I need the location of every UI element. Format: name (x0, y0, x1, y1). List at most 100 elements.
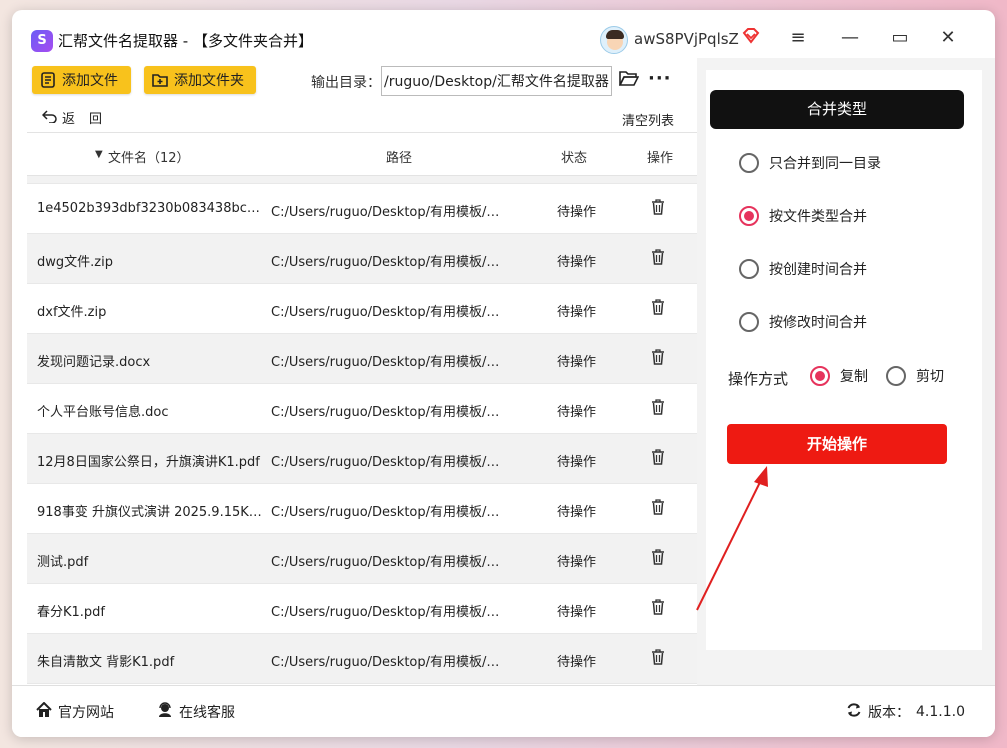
vip-diamond-icon[interactable] (741, 28, 761, 48)
col-path-header: 路径 (386, 151, 413, 166)
add-file-label: 添加文件 (62, 73, 118, 89)
col-name-header[interactable]: 文件名（12） (108, 147, 190, 166)
user-name[interactable]: awS8PVjPqlsZ (634, 30, 739, 48)
file-list-icon (40, 72, 56, 88)
trash-icon[interactable] (651, 299, 667, 317)
op-copy-radio[interactable]: 复制 (810, 366, 868, 386)
start-operation-button[interactable]: 开始操作 (727, 424, 947, 464)
file-status-cell: 待操作 (557, 555, 597, 570)
support-link[interactable]: 在线客服 (157, 702, 235, 722)
radio-unselected-icon (886, 366, 906, 386)
add-folder-label: 添加文件夹 (174, 73, 244, 89)
file-name-cell: 朱自清散文 背影K1.pdf (37, 655, 175, 670)
file-name-cell: dxf文件.zip (37, 305, 107, 320)
back-button[interactable]: 返回 (41, 108, 117, 127)
op-cut-radio[interactable]: 剪切 (886, 366, 944, 386)
trash-icon[interactable] (651, 499, 667, 517)
app-logo-icon: S (31, 30, 53, 52)
col-status-header: 状态 (561, 151, 588, 166)
trash-icon[interactable] (651, 199, 667, 217)
table-row[interactable]: 918事变 升旗仪式演讲 2025.9.15K1.pdf C:/Users/rug… (27, 484, 697, 534)
trash-icon[interactable] (651, 249, 667, 267)
table-row[interactable]: 个人平台账号信息.doc C:/Users/ruguo/Desktop/有用模板/… (27, 384, 697, 434)
file-table: 1e4502b393dbf3230b083438bcd3ac… C:/Users/… (27, 176, 697, 685)
back-label: 返回 (62, 112, 117, 127)
table-row[interactable]: 1e4502b393dbf3230b083438bcd3ac… C:/Users/… (27, 184, 697, 234)
table-row[interactable]: 朱自清散文 背影K1.pdf C:/Users/ruguo/Desktop/有用模… (27, 634, 697, 684)
file-status-cell: 待操作 (557, 305, 597, 320)
file-name-cell: 12月8日国家公祭日，升旗演讲K1.pdf (37, 455, 260, 470)
merge-option-label: 只合并到同一目录 (769, 156, 881, 172)
table-row[interactable]: 发现问题记录.docx C:/Users/ruguo/Desktop/有用模板/发… (27, 334, 697, 384)
merge-option-radio[interactable]: 按创建时间合并 (739, 259, 867, 279)
user-avatar[interactable] (600, 26, 628, 54)
folder-open-icon[interactable] (618, 70, 640, 90)
add-folder-button[interactable]: 添加文件夹 (144, 66, 256, 94)
file-status-cell: 待操作 (557, 655, 597, 670)
file-path-cell: C:/Users/ruguo/Desktop/有用模板/dxf… (271, 305, 507, 320)
website-label: 官方网站 (58, 705, 114, 721)
radio-selected-icon (810, 366, 830, 386)
file-path-cell: C:/Users/ruguo/Desktop/有用模板/发… (271, 355, 507, 370)
sort-down-icon[interactable]: ▼ (95, 149, 103, 160)
merge-type-title: 合并类型 (710, 90, 964, 129)
op-mode-label: 操作方式 (728, 370, 789, 388)
merge-option-radio[interactable]: 只合并到同一目录 (739, 153, 881, 173)
file-name-cell: 发现问题记录.docx (37, 355, 151, 370)
trash-icon[interactable] (651, 649, 667, 667)
file-path-cell: C:/Users/ruguo/Desktop/有用模板/PDF… (271, 655, 507, 670)
file-name-cell: 1e4502b393dbf3230b083438bcd3ac… (37, 201, 265, 216)
file-status-cell: 待操作 (557, 405, 597, 420)
output-dir-field[interactable] (381, 66, 612, 96)
table-row[interactable]: 12月8日国家公祭日，升旗演讲K1.pdf C:/Users/ruguo/Desk… (27, 434, 697, 484)
merge-option-label: 按文件类型合并 (769, 209, 867, 225)
op-copy-label: 复制 (840, 369, 868, 385)
merge-option-radio[interactable]: 按修改时间合并 (739, 312, 867, 332)
trash-icon[interactable] (651, 449, 667, 467)
file-path-cell: C:/Users/ruguo/Desktop/有用模板/PDF… (271, 505, 507, 520)
table-row[interactable]: dwg文件.zip C:/Users/ruguo/Desktop/有用模板/dw…… (27, 234, 697, 284)
menu-icon[interactable]: ≡ (784, 24, 812, 52)
file-status-cell: 待操作 (557, 255, 597, 270)
trash-icon[interactable] (651, 349, 667, 367)
minimize-icon[interactable]: — (836, 24, 864, 52)
radio-unselected-icon (739, 312, 759, 332)
footer-bar: 官方网站 在线客服 版本： 4.1.1.0 (12, 685, 995, 737)
maximize-icon[interactable]: ▭ (886, 24, 914, 52)
file-status-cell: 待操作 (557, 355, 597, 370)
merge-option-label: 按修改时间合并 (769, 315, 867, 331)
website-link[interactable]: 官方网站 (36, 701, 114, 722)
annotation-arrow-icon (696, 466, 768, 611)
support-label: 在线客服 (179, 705, 235, 721)
trash-icon[interactable] (651, 399, 667, 417)
folder-plus-icon (152, 72, 168, 88)
table-row[interactable]: 春分K1.pdf C:/Users/ruguo/Desktop/有用模板/PDF…… (27, 584, 697, 634)
table-row[interactable]: dxf文件.zip C:/Users/ruguo/Desktop/有用模板/dxf… (27, 284, 697, 334)
clear-list-button[interactable]: 清空列表 (622, 110, 674, 129)
window-title: 汇帮文件名提取器 - 【多文件夹合并】 (58, 32, 313, 50)
table-row[interactable]: 测试.pdf C:/Users/ruguo/Desktop/有用模板/PDF… 待操… (27, 534, 697, 584)
merge-option-radio[interactable]: 按文件类型合并 (739, 206, 867, 226)
file-status-cell: 待操作 (557, 505, 597, 520)
radio-unselected-icon (739, 153, 759, 173)
table-header: ▼ 文件名（12） 路径 状态 操作 (27, 132, 697, 176)
more-icon[interactable]: ··· (648, 68, 672, 89)
file-path-cell: C:/Users/ruguo/Desktop/有用模板/个… (271, 405, 507, 420)
op-cut-label: 剪切 (916, 369, 944, 385)
trash-icon[interactable] (651, 549, 667, 567)
trash-icon[interactable] (651, 599, 667, 617)
back-arrow-icon (41, 109, 58, 127)
close-icon[interactable]: ✕ (934, 24, 962, 52)
file-path-cell: C:/Users/ruguo/Desktop/有用模板/PDF… (271, 455, 507, 470)
file-status-cell: 待操作 (557, 455, 597, 470)
add-file-button[interactable]: 添加文件 (32, 66, 131, 94)
version-value: 4.1.1.0 (916, 704, 965, 720)
output-dir-label: 输出目录： (311, 75, 381, 91)
version-info[interactable]: 版本： 4.1.1.0 (846, 702, 965, 722)
file-path-cell: C:/Users/ruguo/Desktop/有用模板/1e4… (271, 205, 507, 220)
file-name-cell: 个人平台账号信息.doc (37, 405, 169, 420)
file-status-cell: 待操作 (557, 205, 597, 220)
table-scroll-remnant (27, 176, 697, 184)
file-name-cell: 918事变 升旗仪式演讲 2025.9.15K1.pdf (37, 505, 265, 520)
file-name-cell: 测试.pdf (37, 555, 89, 570)
